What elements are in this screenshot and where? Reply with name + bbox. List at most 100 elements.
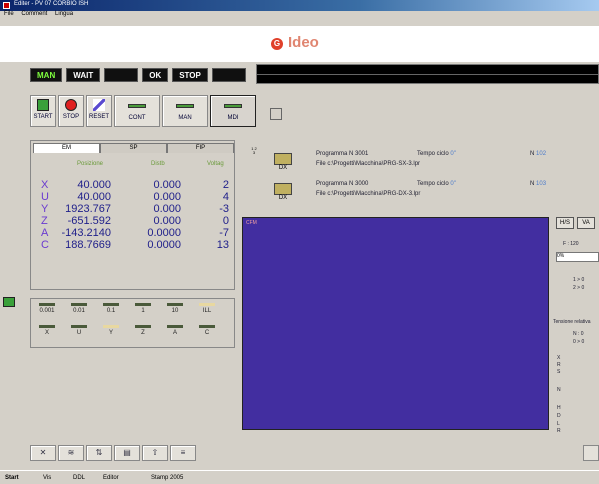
col-position-header: Posizione bbox=[77, 161, 104, 167]
jog-step-001[interactable]: 0.01 bbox=[67, 303, 91, 314]
tab-fip[interactable]: FIP bbox=[167, 143, 234, 153]
axis-position: -143.2140 bbox=[61, 227, 111, 239]
axis-error: 4 bbox=[222, 191, 229, 203]
menu-lingua[interactable]: Lingua bbox=[55, 11, 73, 17]
feed-field[interactable]: 0% bbox=[556, 252, 599, 262]
axis-error: 0 bbox=[222, 215, 229, 227]
status-ok: OK bbox=[142, 68, 169, 82]
tool-load-button[interactable]: ⇧ bbox=[142, 445, 168, 461]
status-empty-2 bbox=[211, 68, 246, 82]
count-value: 103 bbox=[536, 181, 547, 187]
status-wait: WAIT bbox=[66, 68, 101, 82]
folder-icon[interactable]: DX bbox=[274, 181, 292, 201]
axis-position: 40.000 bbox=[77, 179, 111, 191]
axis-row-c: C 188.7669 0.0000 13 bbox=[41, 239, 231, 251]
hs-button[interactable]: H/S bbox=[556, 217, 574, 229]
r-label-l: L bbox=[557, 421, 560, 427]
axis-position: 1923.767 bbox=[65, 203, 111, 215]
status-stop: STOP bbox=[172, 68, 208, 82]
program-side-label bbox=[250, 177, 258, 203]
axis-position: 188.7669 bbox=[65, 239, 111, 251]
start-button[interactable]: START bbox=[30, 95, 56, 127]
axis-row-z: Z -651.592 0.000 0 bbox=[41, 215, 231, 227]
jog-axis-c[interactable]: C bbox=[195, 325, 219, 336]
axis-name: X bbox=[41, 179, 49, 191]
taskbar-item-ddl[interactable]: DDL bbox=[70, 473, 88, 483]
col-distance-header: Distb bbox=[151, 161, 165, 167]
tool-table-button[interactable]: ▤ bbox=[114, 445, 140, 461]
jog-axis-a[interactable]: A bbox=[163, 325, 187, 336]
title-bar: Editer - PV 07 CORBIO ISH bbox=[0, 0, 599, 11]
jog-axis-x[interactable]: X bbox=[35, 325, 59, 336]
start-icon bbox=[37, 99, 49, 111]
axis-name: Z bbox=[41, 215, 48, 227]
program-row-1[interactable]: 1 2 3 DX Programma N 3001 File c:\Proget… bbox=[250, 147, 599, 173]
axis-distance: 0.000 bbox=[153, 203, 181, 215]
tool-list-button[interactable]: ≡ bbox=[170, 445, 196, 461]
va-button[interactable]: VA bbox=[577, 217, 595, 229]
menu-file[interactable]: File bbox=[4, 11, 14, 17]
r-label-r: R bbox=[557, 362, 561, 368]
message-readout bbox=[256, 64, 599, 84]
taskbar-item-editor[interactable]: Editor bbox=[100, 473, 122, 483]
axis-error: 2 bbox=[222, 179, 229, 191]
tool-users-button[interactable]: ⇅ bbox=[86, 445, 112, 461]
cont-label: CONT bbox=[128, 115, 146, 121]
program-row-2[interactable]: DX Programma N 3000 File c:\Progetti\Mac… bbox=[250, 177, 599, 203]
tab-em[interactable]: EM bbox=[33, 143, 100, 153]
taskbar-item-vis[interactable]: Vis bbox=[40, 473, 54, 483]
cycle-time-label: Tempo ciclo bbox=[417, 181, 449, 187]
stop-label: STOP bbox=[62, 114, 80, 120]
man-icon bbox=[176, 104, 194, 108]
axis-distance: 0.0000 bbox=[147, 239, 181, 251]
menu-bar: File Comment Lingua bbox=[0, 11, 599, 20]
cont-button[interactable]: CONT bbox=[114, 95, 160, 127]
side-panel: H/S VA F : 120 0% 1 > 0 2 > 0 Tensione r… bbox=[553, 215, 599, 435]
tab-sp[interactable]: SP bbox=[100, 143, 167, 153]
axis-position: -651.592 bbox=[67, 215, 111, 227]
jog-axis-row: X U Y Z A C bbox=[35, 325, 219, 336]
program-name: Programma N 3001 bbox=[316, 151, 369, 157]
axis-error: 13 bbox=[216, 239, 229, 251]
tool-params-button[interactable]: ≋ bbox=[58, 445, 84, 461]
cont-icon bbox=[128, 104, 146, 108]
jog-axis-z[interactable]: Z bbox=[131, 325, 155, 336]
axis-row-y: Y 1923.767 0.000 -3 bbox=[41, 203, 231, 215]
jog-step-0001[interactable]: 0.001 bbox=[35, 303, 59, 314]
brand-name: Ideo bbox=[288, 34, 319, 51]
man-label: MAN bbox=[178, 115, 192, 121]
start-label: START bbox=[33, 114, 53, 120]
jog-step-ill[interactable]: ILL bbox=[195, 303, 219, 314]
exit-button[interactable] bbox=[583, 445, 599, 461]
reset-button[interactable]: RESET bbox=[86, 95, 112, 127]
program-side-label: 1 2 3 bbox=[251, 146, 257, 155]
graphics-canvas[interactable]: CFM bbox=[242, 217, 549, 430]
app-icon bbox=[3, 2, 10, 9]
machine-toolbar: START STOP RESET CONT MAN MDI bbox=[30, 95, 256, 127]
axis-error: -7 bbox=[219, 227, 229, 239]
jog-axis-y[interactable]: Y bbox=[99, 325, 123, 336]
feed-label: F : 120 bbox=[563, 241, 579, 247]
jog-step-1[interactable]: 1 bbox=[131, 303, 155, 314]
folder-icon[interactable]: DX bbox=[274, 151, 292, 171]
stop-button[interactable]: STOP bbox=[58, 95, 84, 127]
tool-wrench-button[interactable]: ✕ bbox=[30, 445, 56, 461]
jog-step-10[interactable]: 10 bbox=[163, 303, 187, 314]
jog-step-01[interactable]: 0.1 bbox=[99, 303, 123, 314]
start-menu-button[interactable]: Start bbox=[2, 473, 22, 483]
jog-step-row: 0.001 0.01 0.1 1 10 ILL bbox=[35, 303, 219, 314]
axis-distance: 0.000 bbox=[153, 179, 181, 191]
relative-voltage-label: Tensione relativa bbox=[553, 319, 591, 325]
program-file: File c:\Progetti\Macchina\PRG-DX-3.lpr bbox=[316, 191, 421, 197]
r-label-d: D bbox=[557, 413, 561, 419]
jog-axis-u[interactable]: U bbox=[67, 325, 91, 336]
program-file: File c:\Progetti\Macchina\PRG-SX-3.lpr bbox=[316, 161, 421, 167]
cycle-time: 0" bbox=[450, 151, 456, 157]
panel-toggle-icon[interactable] bbox=[270, 108, 282, 120]
menu-comment[interactable]: Comment bbox=[21, 11, 47, 17]
taskbar-item-stamp[interactable]: Stamp 2005 bbox=[148, 473, 186, 483]
mdi-button[interactable]: MDI bbox=[210, 95, 256, 127]
axis-name: Y bbox=[41, 203, 49, 215]
man-button[interactable]: MAN bbox=[162, 95, 208, 127]
canvas-label: CFM bbox=[246, 220, 257, 226]
